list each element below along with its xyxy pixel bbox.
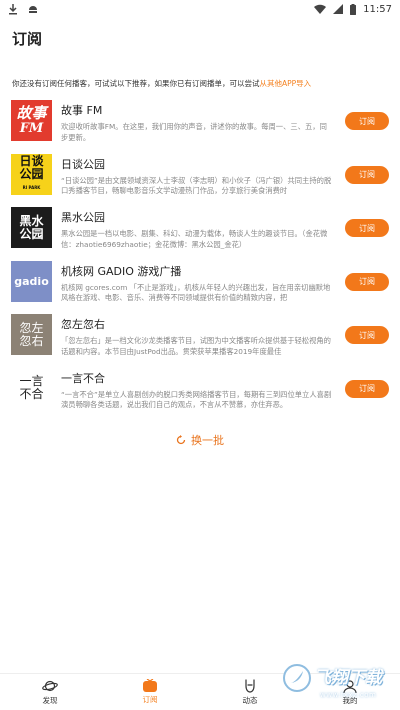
cover-text: 忽右 (19, 333, 44, 348)
android-icon (28, 4, 38, 14)
podcast-description: 黑水公园是一档以电影、剧集、科幻、动漫为载体，畅谈人生的趣谈节目。（金花微信：z… (61, 229, 328, 249)
nav-label: 我的 (342, 695, 358, 705)
podcast-title: 日谈公园 (61, 157, 105, 171)
profile-icon (343, 679, 357, 693)
refresh-label: 换一批 (191, 434, 224, 447)
planet-icon (42, 679, 58, 693)
wifi-icon (314, 4, 327, 14)
podcast-cover: 忽左 忽右 (11, 314, 52, 355)
subscribe-button[interactable]: 订阅 (345, 379, 389, 398)
cover-text: 黑水 (19, 213, 44, 228)
podcast-item[interactable]: 黑水 公园 黑水公园 黑水公园是一档以电影、剧集、科幻、动漫为载体，畅谈人生的趣… (0, 207, 400, 261)
nav-profile[interactable]: 我的 (300, 674, 400, 710)
nav-activity[interactable]: 动态 (200, 674, 300, 710)
subscribe-button[interactable]: 订阅 (345, 326, 389, 344)
cover-text: 故事 (16, 103, 47, 122)
status-bar: 11:57 (0, 0, 400, 18)
nav-discover[interactable]: 发现 (0, 674, 100, 710)
podcast-cover: 日谈 公园 RI PARK (11, 153, 52, 195)
podcast-item[interactable]: 故事 FM 故事 FM 欢迎收听故事FM。在这里，我们用你的声音，讲述你的故事。… (0, 100, 400, 154)
podcast-item[interactable]: 一言 不合 一言不合 “一言不合”是单立人喜剧创办的脱口秀类网络播客节目，每期有… (0, 367, 400, 422)
podcast-item[interactable]: 忽左 忽右 忽左忽右 「忽左忽右」是一档文化沙龙类播客节目，试图为中文播客听众提… (0, 314, 400, 368)
podcast-title: 一言不合 (61, 371, 105, 385)
refresh-batch-button[interactable]: 换一批 (0, 432, 400, 448)
podcast-cover: 黑水 公园 (11, 207, 52, 248)
podcast-cover: gadio (11, 260, 52, 302)
podcast-item[interactable]: 日谈 公园 RI PARK 日谈公园 “日谈公园”是由文展领域资深人士李叔（李志… (0, 153, 400, 208)
cover-subtext: RI PARK (22, 184, 41, 190)
nav-label: 动态 (242, 695, 258, 705)
podcast-description: “一言不合”是单立人喜剧创办的脱口秀类网络播客节目，每期有三到四位单立人喜剧演员… (61, 389, 332, 410)
podcast-item[interactable]: gadio 机核网 GADIO 游戏广播 机核网 gcores.com 「不止是… (0, 260, 400, 315)
nav-label: 发现 (42, 695, 58, 705)
cover-text: 忽左 (19, 320, 44, 335)
empty-subscription-notice: 你还没有订阅任何播客，可试试以下推荐，如果你已有订阅播单，可以尝试从其他APP导… (0, 58, 400, 102)
cover-text: FM (19, 120, 44, 136)
podcast-description: 「忽左忽右」是一档文化沙龙类播客节目，试图为中文播客听众提供基于轻松视角的话题和… (61, 336, 331, 356)
page-title: 订阅 (12, 30, 43, 48)
podcast-title: 忽左忽右 (61, 318, 105, 331)
subscribe-button[interactable]: 订阅 (345, 165, 389, 184)
subscribe-icon (143, 679, 157, 692)
subscribe-button[interactable]: 订阅 (345, 272, 389, 291)
cover-text: gadio (14, 274, 49, 288)
bottom-navigation: 发现 订阅 动态 我的 (0, 673, 400, 710)
podcast-title: 机核网 GADIO 游戏广播 (61, 264, 182, 278)
refresh-icon (176, 435, 186, 445)
podcast-description: 欢迎收听故事FM。在这里，我们用你的声音，讲述你的故事。每周一、三、五，同步更新… (61, 122, 327, 142)
podcast-description: “日谈公园”是由文展领域资深人士李叔（李志明）和小伙子（冯广银）共同主持的脱口秀… (61, 175, 332, 196)
download-icon (8, 3, 18, 15)
cover-text: 公园 (19, 166, 44, 181)
status-time: 11:57 (363, 3, 392, 15)
podcast-title: 故事 FM (61, 104, 103, 117)
podcast-title: 黑水公园 (61, 211, 105, 224)
battery-icon (350, 3, 357, 15)
subscribe-button[interactable]: 订阅 (345, 112, 389, 130)
podcast-recommendation-list: 故事 FM 故事 FM 欢迎收听故事FM。在这里，我们用你的声音，讲述你的故事。… (0, 100, 400, 421)
notice-text: 你还没有订阅任何播客，可试试以下推荐，如果你已有订阅播单，可以尝试 (12, 79, 260, 88)
import-from-other-app-link[interactable]: 从其他APP导入 (260, 79, 312, 88)
podcast-cover: 故事 FM (11, 100, 52, 141)
cover-text: 公园 (19, 226, 44, 241)
nav-subscribe[interactable]: 订阅 (100, 674, 200, 710)
subscribe-button[interactable]: 订阅 (345, 219, 389, 237)
cover-text: 不合 (19, 387, 44, 401)
rock-hand-icon (243, 678, 257, 693)
nav-label: 订阅 (142, 695, 158, 704)
podcast-cover: 一言 不合 (11, 367, 52, 409)
signal-icon (333, 4, 344, 14)
podcast-description: 机核网 gcores.com 「不止是游戏」，机核从年轻人的兴趣出发，旨在用亲切… (61, 282, 331, 303)
cover-text: 日谈 (19, 153, 44, 168)
